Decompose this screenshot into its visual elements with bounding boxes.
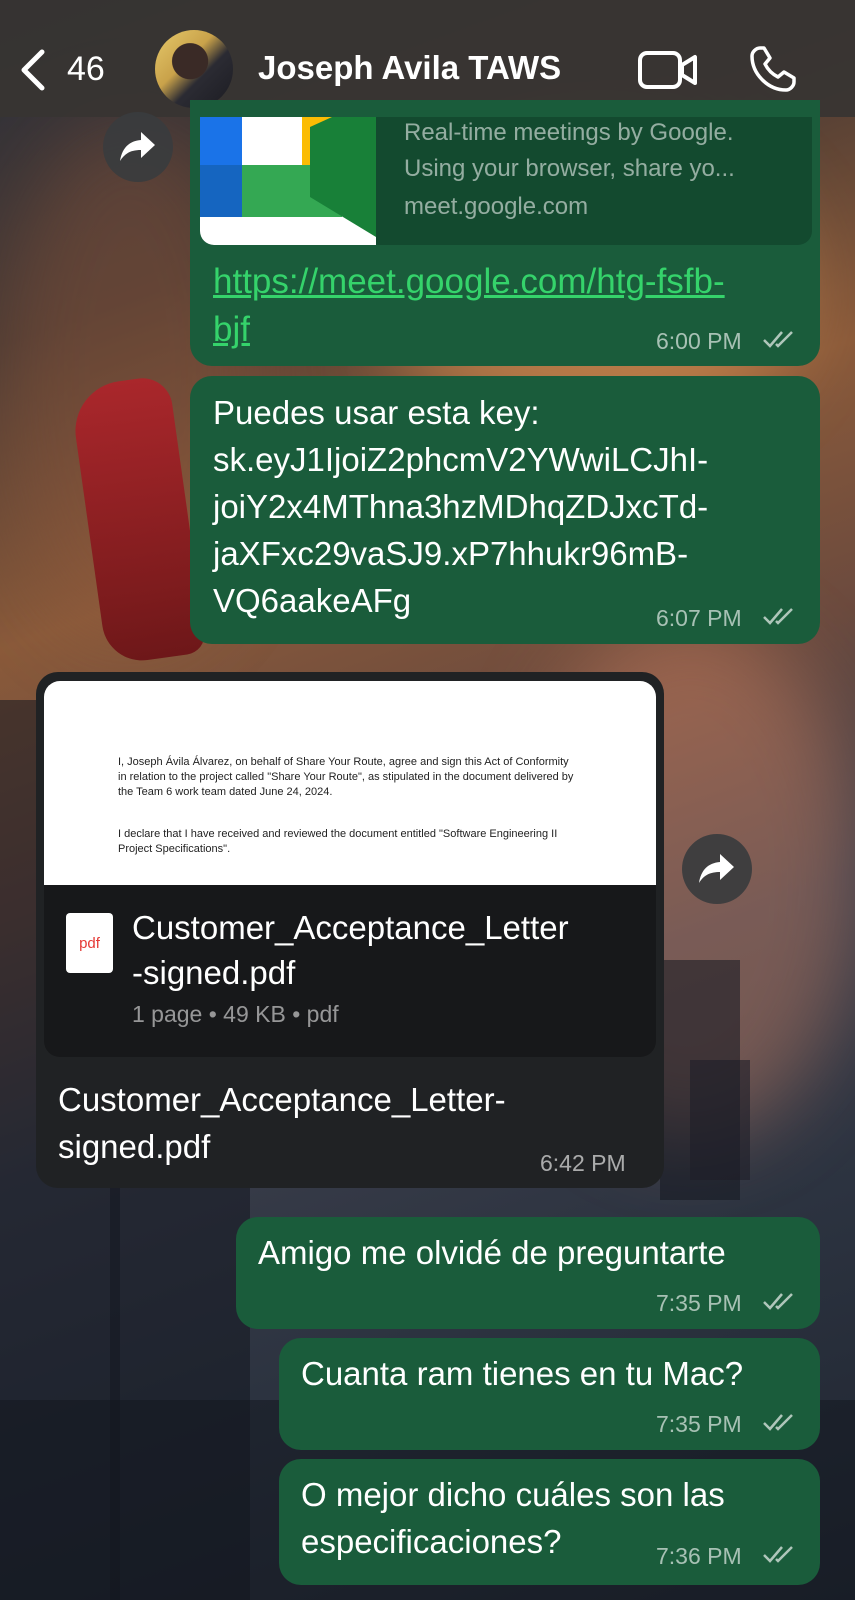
message-text: Cuanta ram tienes en tu Mac? bbox=[301, 1355, 744, 1392]
file-name: Customer_Acceptance_Letter -signed.pdf bbox=[132, 905, 569, 995]
contact-name[interactable]: Joseph Avila TAWS bbox=[258, 49, 561, 87]
message-line-1: O mejor dicho cuáles son las bbox=[301, 1476, 725, 1513]
message-time: 6:07 PM bbox=[656, 605, 742, 631]
key-message-text: Puedes usar esta key: sk.eyJ1IjoiZ2phcmV… bbox=[213, 389, 708, 624]
file-meta: 1 page • 49 KB • pdf bbox=[132, 1001, 339, 1027]
pdf-file-icon: pdf bbox=[66, 913, 113, 973]
google-meet-logo bbox=[200, 117, 376, 245]
message-time: 6:00 PM bbox=[656, 328, 742, 354]
key-line-5: VQ6aakeAFg bbox=[213, 582, 412, 619]
caption-line-2: signed.pdf bbox=[58, 1128, 211, 1165]
message-time: 7:35 PM bbox=[656, 1411, 742, 1437]
file-name-line-2: -signed.pdf bbox=[132, 954, 296, 991]
key-line-4: jaXFxc29vaSJ9.xP7hhukr96mB- bbox=[213, 535, 689, 572]
document-attachment[interactable]: pdf Customer_Acceptance_Letter -signed.p… bbox=[44, 885, 656, 1057]
document-preview-text: I, Joseph Ávila Álvarez, on behalf of Sh… bbox=[118, 756, 574, 798]
file-name-line-1: Customer_Acceptance_Letter bbox=[132, 909, 569, 946]
read-receipt-icon bbox=[763, 331, 793, 348]
forward-button[interactable] bbox=[103, 112, 173, 182]
read-receipt-icon bbox=[763, 1293, 793, 1310]
read-receipt-icon bbox=[763, 608, 793, 625]
document-caption: Customer_Acceptance_Letter- signed.pdf bbox=[58, 1076, 506, 1170]
back-chevron-icon[interactable] bbox=[18, 48, 48, 92]
preview-description-2: Using your browser, share yo... bbox=[404, 155, 735, 182]
link-preview-card[interactable]: Real-time meetings by Google. Using your… bbox=[200, 117, 812, 245]
message-text: Amigo me olvidé de preguntarte bbox=[258, 1234, 726, 1271]
message-time: 6:42 PM bbox=[540, 1150, 626, 1176]
document-preview[interactable]: I, Joseph Ávila Álvarez, on behalf of Sh… bbox=[44, 681, 656, 885]
link-line-1: https://meet.google.com/htg-fsfb- bbox=[213, 262, 725, 301]
read-receipt-icon bbox=[763, 1414, 793, 1431]
phone-icon[interactable] bbox=[748, 44, 798, 94]
avatar[interactable] bbox=[155, 30, 233, 108]
read-receipt-icon bbox=[763, 1546, 793, 1563]
caption-line-1: Customer_Acceptance_Letter- bbox=[58, 1081, 506, 1118]
link-line-2: bjf bbox=[213, 310, 250, 349]
preview-domain: meet.google.com bbox=[404, 193, 589, 220]
message-time: 7:36 PM bbox=[656, 1543, 742, 1569]
forward-button[interactable] bbox=[682, 834, 752, 904]
forward-icon bbox=[699, 854, 734, 883]
document-preview-text-2: I declare that I have received and revie… bbox=[118, 828, 558, 855]
unread-count[interactable]: 46 bbox=[67, 50, 105, 89]
preview-description: Real-time meetings by Google. bbox=[404, 119, 734, 146]
video-call-icon[interactable] bbox=[638, 50, 698, 90]
forward-icon bbox=[120, 132, 155, 161]
key-line-2: sk.eyJ1IjoiZ2phcmV2YWwiLCJhI- bbox=[213, 441, 709, 478]
message-time: 7:35 PM bbox=[656, 1290, 742, 1316]
pdf-file-label: pdf bbox=[79, 935, 100, 952]
key-line-1: Puedes usar esta key: bbox=[213, 394, 540, 431]
key-line-3: joiY2x4MThna3hzMDhqZDJxcTd- bbox=[213, 488, 709, 525]
